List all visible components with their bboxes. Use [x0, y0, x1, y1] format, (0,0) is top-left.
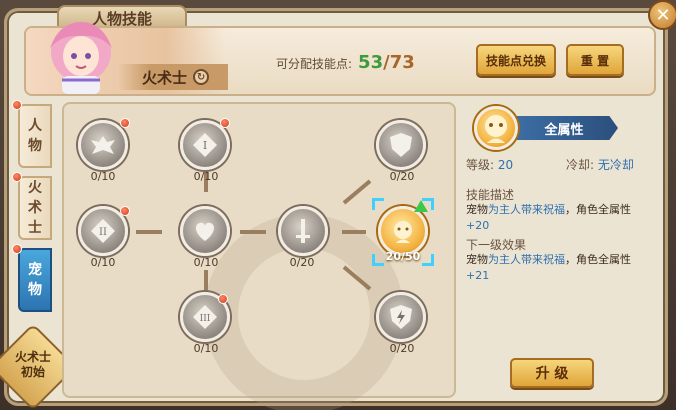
- sword-icon: [296, 219, 310, 243]
- node-count: 20/50: [385, 250, 421, 263]
- header-band: 火术士 ↻ 可分配技能点: 53/73: [24, 22, 656, 96]
- cooldown-value: 无冷却: [597, 158, 634, 172]
- rank-two-icon: II: [91, 219, 115, 243]
- description-heading: 技能描述: [466, 188, 515, 202]
- skill-name: 全属性: [510, 116, 618, 140]
- selected-skill-icon: [474, 106, 518, 150]
- tab-pet[interactable]: 宠 物: [18, 248, 52, 312]
- level-label: 等级:: [466, 158, 495, 172]
- tab-label: 火: [28, 180, 42, 196]
- notify-dot: [12, 100, 22, 110]
- desc-text: 宠物: [466, 203, 488, 216]
- rank-three-icon: III: [193, 305, 217, 329]
- skill-node-crest[interactable]: [78, 120, 128, 170]
- class-badge-label: 火术士 初始: [2, 350, 64, 380]
- skill-window: 人物技能 ✕ 火术士 ↻ 可分配技能点: 53/73 技能点兑换 重 置 人 物…: [0, 0, 676, 410]
- cooldown-row: 冷却: 无冷却: [566, 156, 634, 173]
- notify-dot: [12, 244, 22, 254]
- next-level-text: 宠物为主人带来祝福，角色全属性 +21: [466, 252, 648, 284]
- description-text: 宠物为主人带来祝福，角色全属性 +20: [466, 202, 648, 234]
- heart-icon: [195, 222, 215, 241]
- desc-bonus: +20: [466, 219, 490, 232]
- level-value: 20: [497, 158, 514, 172]
- svg-text:II: II: [99, 227, 107, 238]
- class-switch-icon[interactable]: ↻: [193, 69, 210, 85]
- lightning-shield-icon: [390, 305, 412, 329]
- rank-one-icon: I: [193, 133, 217, 157]
- notify-dot: [12, 172, 22, 182]
- desc-highlight: 为主人带来祝福: [488, 253, 565, 266]
- tab-label: 术: [28, 200, 42, 216]
- notify-dot: [120, 206, 130, 216]
- pet-face-icon: [485, 115, 507, 143]
- desc-text: ，角色全属性: [565, 203, 631, 216]
- notify-dot: [220, 118, 230, 128]
- tab-label: 宠: [28, 262, 42, 278]
- skill-detail-panel: 全属性 等级: 20 冷却: 无冷却 技能描述 宠物为主人带来祝福，角色全属性+…: [462, 102, 656, 398]
- skill-points: 可分配技能点: 53/73: [276, 52, 415, 73]
- upgrade-button[interactable]: 升 级: [510, 358, 594, 388]
- level-row: 等级: 20: [466, 156, 513, 173]
- notify-dot: [218, 294, 228, 304]
- tab-label: 物: [28, 282, 42, 298]
- points-separator: /: [383, 52, 390, 73]
- reset-button[interactable]: 重 置: [566, 44, 624, 76]
- skill-node-all-attributes[interactable]: [378, 206, 428, 256]
- class-badge-line2: 初始: [20, 365, 45, 379]
- tree-connector: [240, 230, 266, 234]
- tab-class[interactable]: 火 术 士: [18, 176, 52, 240]
- node-count: 0/10: [193, 256, 219, 269]
- node-count: 0/20: [389, 342, 415, 355]
- node-count: 0/10: [193, 342, 219, 355]
- desc-bonus: +21: [466, 269, 490, 282]
- cooldown-label: 冷却:: [566, 158, 595, 172]
- selection-corner: [372, 198, 384, 210]
- class-badge-line1: 火术士: [14, 350, 51, 364]
- notify-dot: [120, 118, 130, 128]
- pet-face-icon: [394, 221, 412, 243]
- skill-node-lightning-shield[interactable]: [376, 292, 426, 342]
- points-max: 73: [389, 52, 415, 73]
- close-button[interactable]: ✕: [648, 0, 676, 30]
- upgrade-arrow-icon: [414, 200, 428, 212]
- class-name-plate: 火术士 ↻: [118, 64, 228, 90]
- node-count: 0/20: [289, 256, 315, 269]
- tab-label: 物: [28, 138, 42, 154]
- node-count: 0/20: [389, 170, 415, 183]
- node-count: 0/10: [90, 170, 116, 183]
- node-count: 0/10: [193, 170, 219, 183]
- points-current: 53: [358, 52, 384, 73]
- node-count: 0/10: [90, 256, 116, 269]
- tab-label: 人: [28, 118, 42, 134]
- tab-label: 士: [28, 220, 42, 236]
- close-icon: ✕: [655, 4, 671, 26]
- skill-node-shield[interactable]: [376, 120, 426, 170]
- svg-text:III: III: [200, 314, 211, 324]
- desc-text: ，角色全属性: [565, 253, 631, 266]
- shield-icon: [390, 133, 412, 157]
- desc-text: 宠物: [466, 253, 488, 266]
- skill-node-heart[interactable]: [180, 206, 230, 256]
- next-level-heading: 下一级效果: [466, 238, 527, 252]
- tab-character[interactable]: 人 物: [18, 104, 52, 168]
- character-portrait: [50, 22, 112, 94]
- tree-connector: [342, 230, 366, 234]
- points-label: 可分配技能点:: [276, 57, 353, 71]
- class-name: 火术士: [142, 68, 188, 87]
- svg-text:I: I: [203, 139, 207, 152]
- tree-connector: [136, 230, 162, 234]
- skill-node-sword[interactable]: [278, 206, 328, 256]
- desc-highlight: 为主人带来祝福: [488, 203, 565, 216]
- exchange-points-button[interactable]: 技能点兑换: [476, 44, 556, 76]
- winged-crest-icon: [91, 136, 115, 154]
